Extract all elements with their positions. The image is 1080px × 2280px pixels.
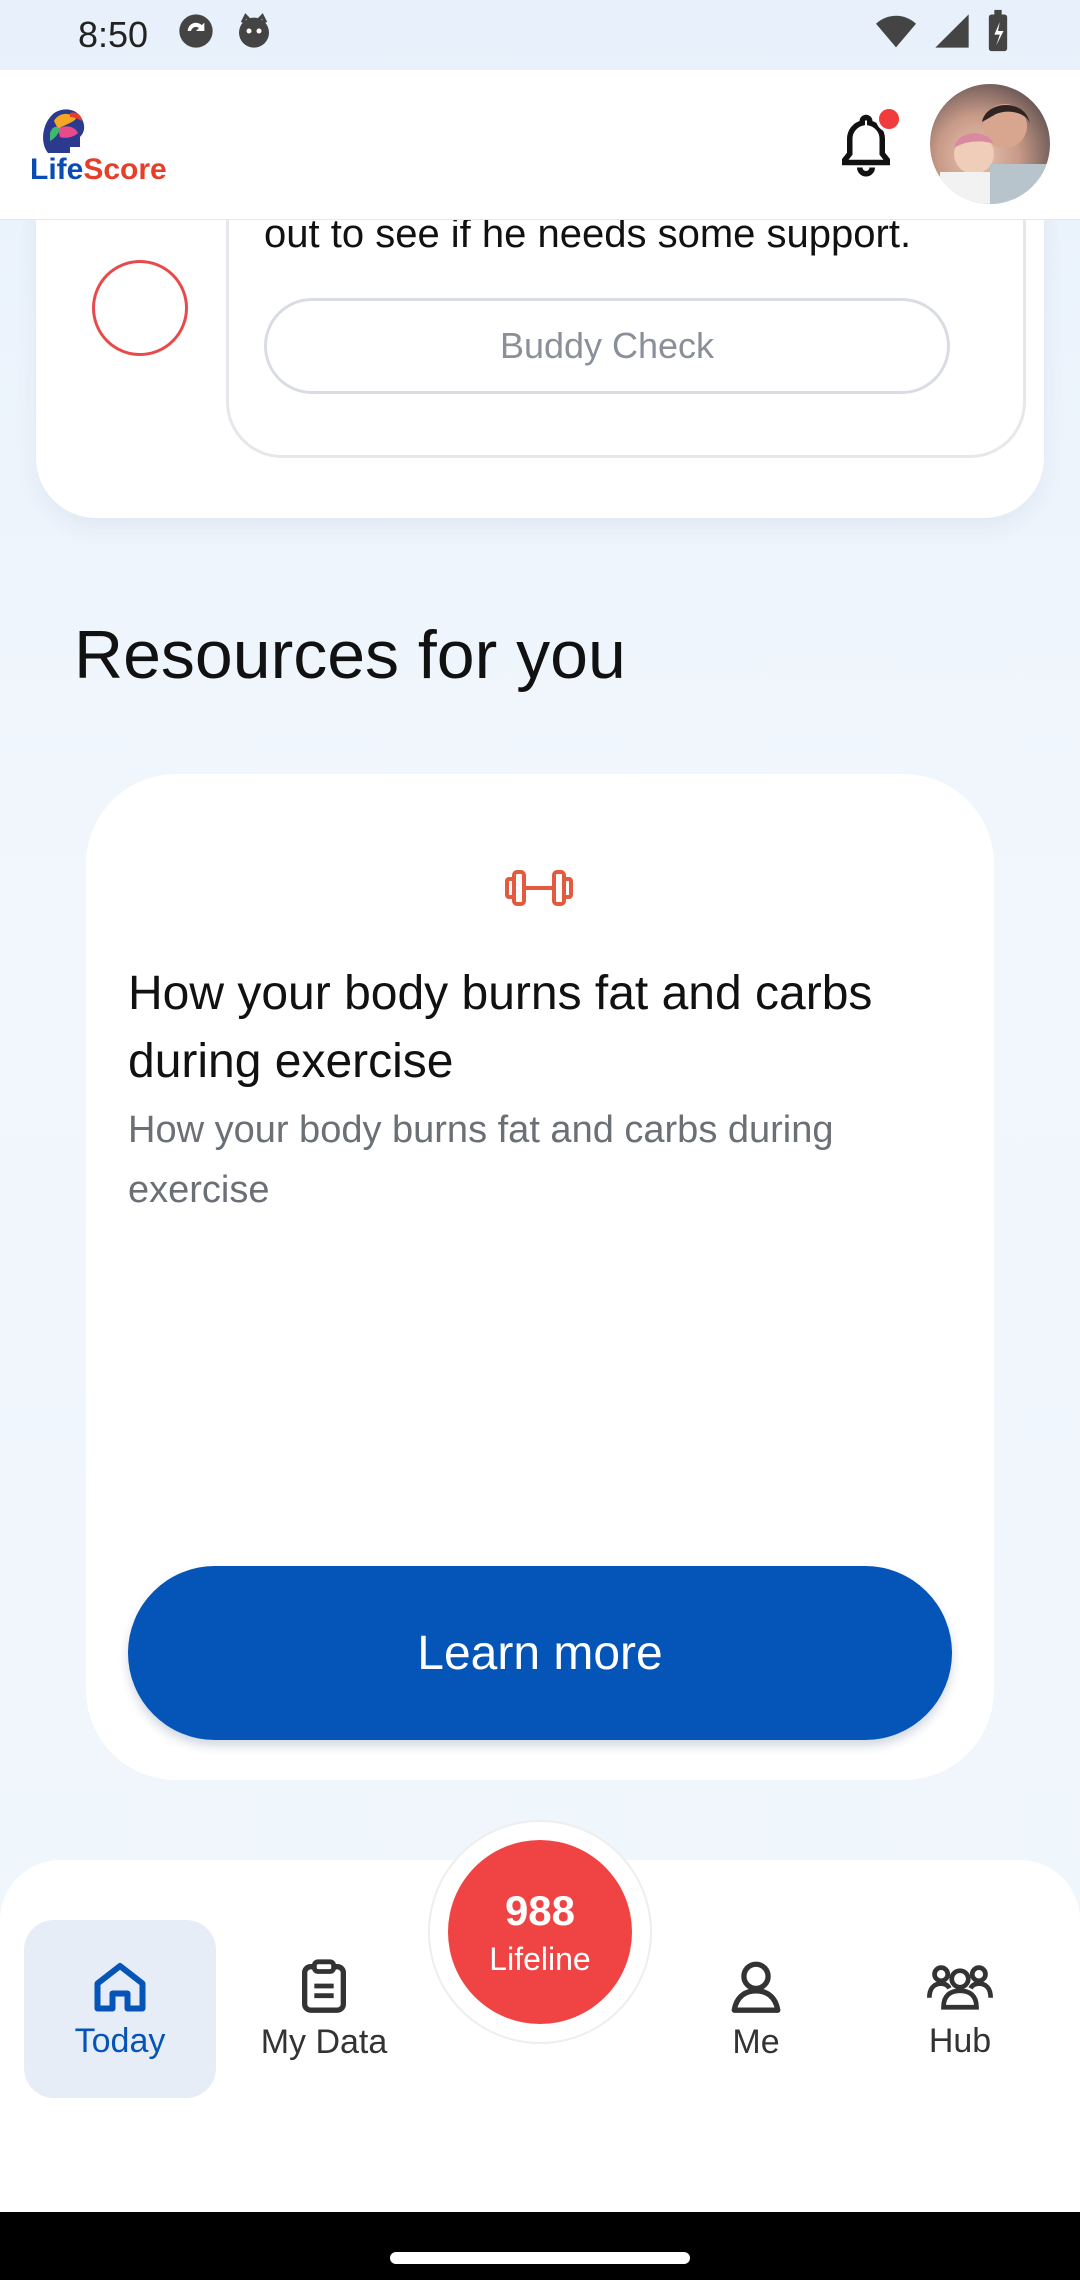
lifeline-label: Lifeline [489, 1940, 591, 1977]
resources-title: Resources for you [74, 617, 626, 693]
status-bar: 8:50 [0, 0, 1080, 70]
system-navigation-bar [0, 2212, 1080, 2280]
status-time: 8:50 [78, 14, 149, 55]
avatar[interactable] [930, 84, 1050, 204]
notification-badge [876, 106, 902, 132]
nav-label-today: Today [74, 2021, 166, 2060]
head-logo-icon [43, 108, 85, 153]
battery-icon [986, 9, 1010, 62]
home-icon [94, 1962, 146, 2011]
nav-label-hub: Hub [928, 2021, 992, 2060]
dumbbell-icon [504, 866, 574, 910]
nav-label-me: Me [732, 2022, 780, 2061]
nav-item-my-data[interactable]: My Data [228, 1920, 420, 2098]
nav-label-my-data: My Data [260, 2022, 388, 2061]
learn-more-button[interactable]: Learn more [128, 1566, 952, 1740]
resource-card-subtitle: How your body burns fat and carbs during… [128, 1109, 834, 1211]
clipboard-icon [302, 1958, 346, 2013]
logo-life-text: Life [30, 152, 84, 186]
nav-item-hub[interactable]: Hub [864, 1920, 1056, 2098]
nav-item-today[interactable]: Today [24, 1920, 216, 2098]
wifi-icon [874, 11, 918, 60]
resource-card: How your body burns fat and carbs during… [86, 774, 994, 1780]
buddy-check-button[interactable]: Buddy Check [264, 298, 950, 394]
group-icon [927, 1964, 993, 2010]
logo-score-text: Score [83, 152, 167, 186]
lifeline-988-button[interactable]: 988 Lifeline [448, 1840, 632, 2024]
signal-icon [932, 11, 972, 60]
resource-card-title: How your body burns fat and carbs during… [128, 967, 873, 1088]
lifeline-button-ring: 988 Lifeline [430, 1822, 650, 2042]
home-gesture-handle[interactable] [390, 2252, 690, 2264]
app-notification-icon [234, 11, 274, 60]
status-circle-icon [92, 260, 188, 356]
lifeline-number: 988 [504, 1886, 576, 1934]
lifescore-logo[interactable]: LifeScore [30, 103, 167, 187]
app-header: LifeScore [0, 70, 1080, 220]
sync-icon [176, 11, 216, 60]
nav-item-me[interactable]: Me [660, 1920, 852, 2098]
person-icon [731, 1961, 781, 2013]
